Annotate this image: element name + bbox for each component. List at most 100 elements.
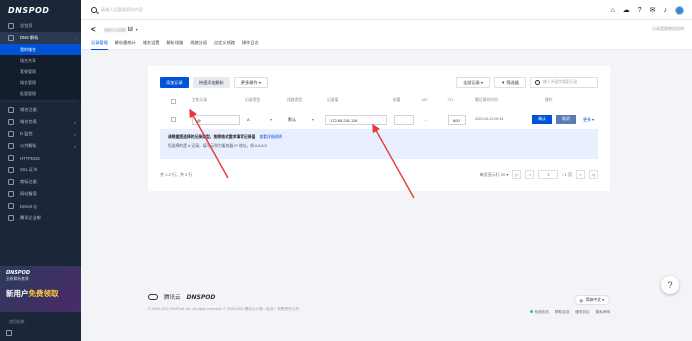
next-page-button[interactable]: > xyxy=(576,170,585,179)
chevron-down-icon: ▾ xyxy=(270,117,273,122)
avatar[interactable] xyxy=(675,5,684,15)
lock-icon xyxy=(8,167,14,173)
topbar-icons: ⌂ ☁ ? ✉ ♪ xyxy=(610,0,684,20)
page-input[interactable]: 1 xyxy=(538,170,559,179)
divider xyxy=(6,101,75,102)
value-input[interactable]: 172.65.241.116 xyxy=(325,115,387,125)
tab-custom-lines[interactable]: 自定义线路 xyxy=(214,40,235,50)
sidebar-item-trade[interactable]: 域名交易 v xyxy=(0,116,81,128)
col-ttl: TTL xyxy=(447,98,454,102)
tab-records[interactable]: 记录管理 xyxy=(91,40,108,50)
hint-detail-link[interactable]: 查看详细说明 xyxy=(259,135,282,139)
tab-settings[interactable]: 域名设置 xyxy=(143,40,160,50)
record-value-hint: 请根据您选择的记录类型，按照格式要求填写记录值 查看详细说明 您选择的是 A 记录… xyxy=(160,129,598,159)
sidebar-item-icp[interactable]: 网站备案 xyxy=(0,188,81,200)
language-select[interactable]: ◍ 简体中文 ▾ xyxy=(573,295,610,305)
sidebar-item-monitor[interactable]: D 监控 v xyxy=(0,128,81,140)
toolbar-right: 全部记录 ▾ ▼ 筛选器 输入关键字搜索记录 xyxy=(456,77,598,88)
chat-icon[interactable]: ✉ xyxy=(650,6,656,14)
cancel-button[interactable]: 取消 xyxy=(556,115,576,124)
domain-name-redacted xyxy=(103,27,126,32)
host-input[interactable]: @ xyxy=(192,115,240,125)
dnspod-brand: DNSPOD xyxy=(186,293,216,301)
system-status-label: 系统状态 xyxy=(534,310,549,314)
hint-description: 您选择的是 A 记录，填写示例为服务器 IP 地址，如 8.8.8.8 xyxy=(168,144,267,148)
sidebar-sub-batch[interactable]: 批量管理 xyxy=(0,88,81,99)
more-actions-button[interactable]: 更多操作 ▾ xyxy=(233,77,268,88)
dns-icon xyxy=(8,35,14,41)
global-search-input[interactable]: 请输入您要搜索的内容 xyxy=(101,7,143,13)
prev-page-button[interactable]: < xyxy=(525,170,535,179)
col-time: 最后操作时间 xyxy=(475,98,498,102)
sidebar-item-ssl[interactable]: SSL 证书 xyxy=(0,164,81,176)
quick-add-button[interactable]: 快速添加解析 xyxy=(192,77,230,88)
sidebar-item-dnsort[interactable]: Dnsort Q xyxy=(0,200,81,212)
tencent-cloud-icon xyxy=(148,294,158,300)
row-checkbox[interactable] xyxy=(171,117,176,122)
system-status-link[interactable]: 系统状态 xyxy=(529,310,549,315)
mail-icon xyxy=(8,215,14,221)
pagination-bar: 共 1-2 行，共 2 行 每页显示行 20 ▾ |< < 1 / 1 页 > … xyxy=(160,170,598,182)
service-agreement-link[interactable]: 服务协议 xyxy=(575,310,589,315)
tab-logs[interactable]: 操作日志 xyxy=(242,40,259,50)
chevron-down-icon: v xyxy=(74,131,76,137)
weight-input[interactable] xyxy=(394,115,414,125)
promo-title-a: 新用户 xyxy=(6,289,29,298)
chevron-down-icon[interactable]: ▾ xyxy=(136,27,138,32)
tencent-cloud-brand: 腾讯云 xyxy=(164,295,181,301)
filter-button[interactable]: ▼ 筛选器 xyxy=(494,77,526,88)
search-icon[interactable] xyxy=(91,6,97,13)
first-page-button[interactable]: |< xyxy=(512,170,522,179)
domain-selector[interactable]: < td ▾ xyxy=(91,25,138,34)
page-total: / 1 页 xyxy=(562,171,572,177)
sidebar-sub-package[interactable]: 套餐管理 xyxy=(0,66,81,77)
tab-stats[interactable]: 解析量统计 xyxy=(115,40,136,50)
sidebar-item-dns[interactable]: DNS 解析 ^ xyxy=(0,32,81,44)
topbar: 请输入您要搜索的内容 ⌂ ☁ ? ✉ ♪ xyxy=(81,0,692,20)
tab-lines[interactable]: 解析线路 xyxy=(166,40,183,50)
page-size-select[interactable]: 每页显示行 20 ▾ xyxy=(480,172,509,178)
all-records-select[interactable]: 全部记录 ▾ xyxy=(456,77,491,88)
sidebar-sub-my-domains[interactable]: 我的域名 xyxy=(0,44,81,55)
help-support-link[interactable]: 帮助支持 xyxy=(555,310,569,315)
bell-icon[interactable]: ♪ xyxy=(664,7,668,14)
table-header: 主机记录 记录类型 线路类型 记录值 权重 MX TTL 最后操作时间 操作 xyxy=(160,98,598,107)
floating-help-button[interactable]: ? xyxy=(661,276,679,294)
sidebar-sub-domain-manage[interactable]: 域名管理 xyxy=(0,77,81,88)
help-icon[interactable]: ? xyxy=(638,7,642,14)
select-all-checkbox[interactable] xyxy=(171,99,176,104)
add-record-button[interactable]: 添加记录 xyxy=(160,77,189,88)
tab-line-groups[interactable]: 线路分组 xyxy=(190,40,207,50)
cloud-icon[interactable]: ☁ xyxy=(623,6,630,14)
sidebar-sub-domain-share[interactable]: 域名共享 xyxy=(0,55,81,66)
col-line: 线路类型 xyxy=(287,98,303,102)
sidebar-item-overview[interactable]: 总览页 xyxy=(0,20,81,32)
usage-guide-link[interactable]: 记录管理使用说明 xyxy=(652,26,684,32)
record-search-input[interactable]: 输入关键字搜索记录 xyxy=(530,77,598,88)
promo-logo: DNSPOD xyxy=(6,270,31,276)
home-icon[interactable]: ⌂ xyxy=(610,7,614,14)
promo-banner[interactable]: DNSPOD 全新解析套餐 新用户免费领取 xyxy=(0,266,81,312)
privacy-link[interactable]: 隐私声明 xyxy=(596,310,610,315)
sidebar-item-mail[interactable]: 腾讯企业邮 xyxy=(0,212,81,224)
dnspod-logo: DNSPOD xyxy=(8,5,50,15)
promo-title: 新用户免费领取 xyxy=(6,288,75,299)
last-page-button[interactable]: >| xyxy=(589,170,598,179)
promo-title-b: 免费领取 xyxy=(28,289,59,298)
search-icon xyxy=(535,80,540,85)
footer-links: 系统状态 帮助支持 服务协议 隐私声明 xyxy=(529,310,610,315)
status-dot xyxy=(529,310,533,313)
last-modified: 2021-04-23 09:44 xyxy=(475,117,504,121)
sidebar-item-trademark[interactable]: 商标注册 xyxy=(0,176,81,188)
ttl-input[interactable]: 600 xyxy=(448,115,466,125)
row-more-button[interactable]: 更多 ▾ xyxy=(583,117,594,123)
confirm-button[interactable]: 确认 xyxy=(532,115,552,124)
type-select[interactable]: A xyxy=(247,117,250,122)
monitor-icon xyxy=(8,131,14,137)
collapse-icon[interactable] xyxy=(6,330,12,336)
sidebar-item-public-dns[interactable]: 公共解析 v xyxy=(0,140,81,152)
sidebar-item-httpdns[interactable]: HTTPDNS xyxy=(0,152,81,164)
back-icon[interactable]: < xyxy=(91,25,96,34)
sidebar-item-register[interactable]: 域名注册 xyxy=(0,104,81,116)
line-select[interactable]: 默认 xyxy=(288,117,296,123)
